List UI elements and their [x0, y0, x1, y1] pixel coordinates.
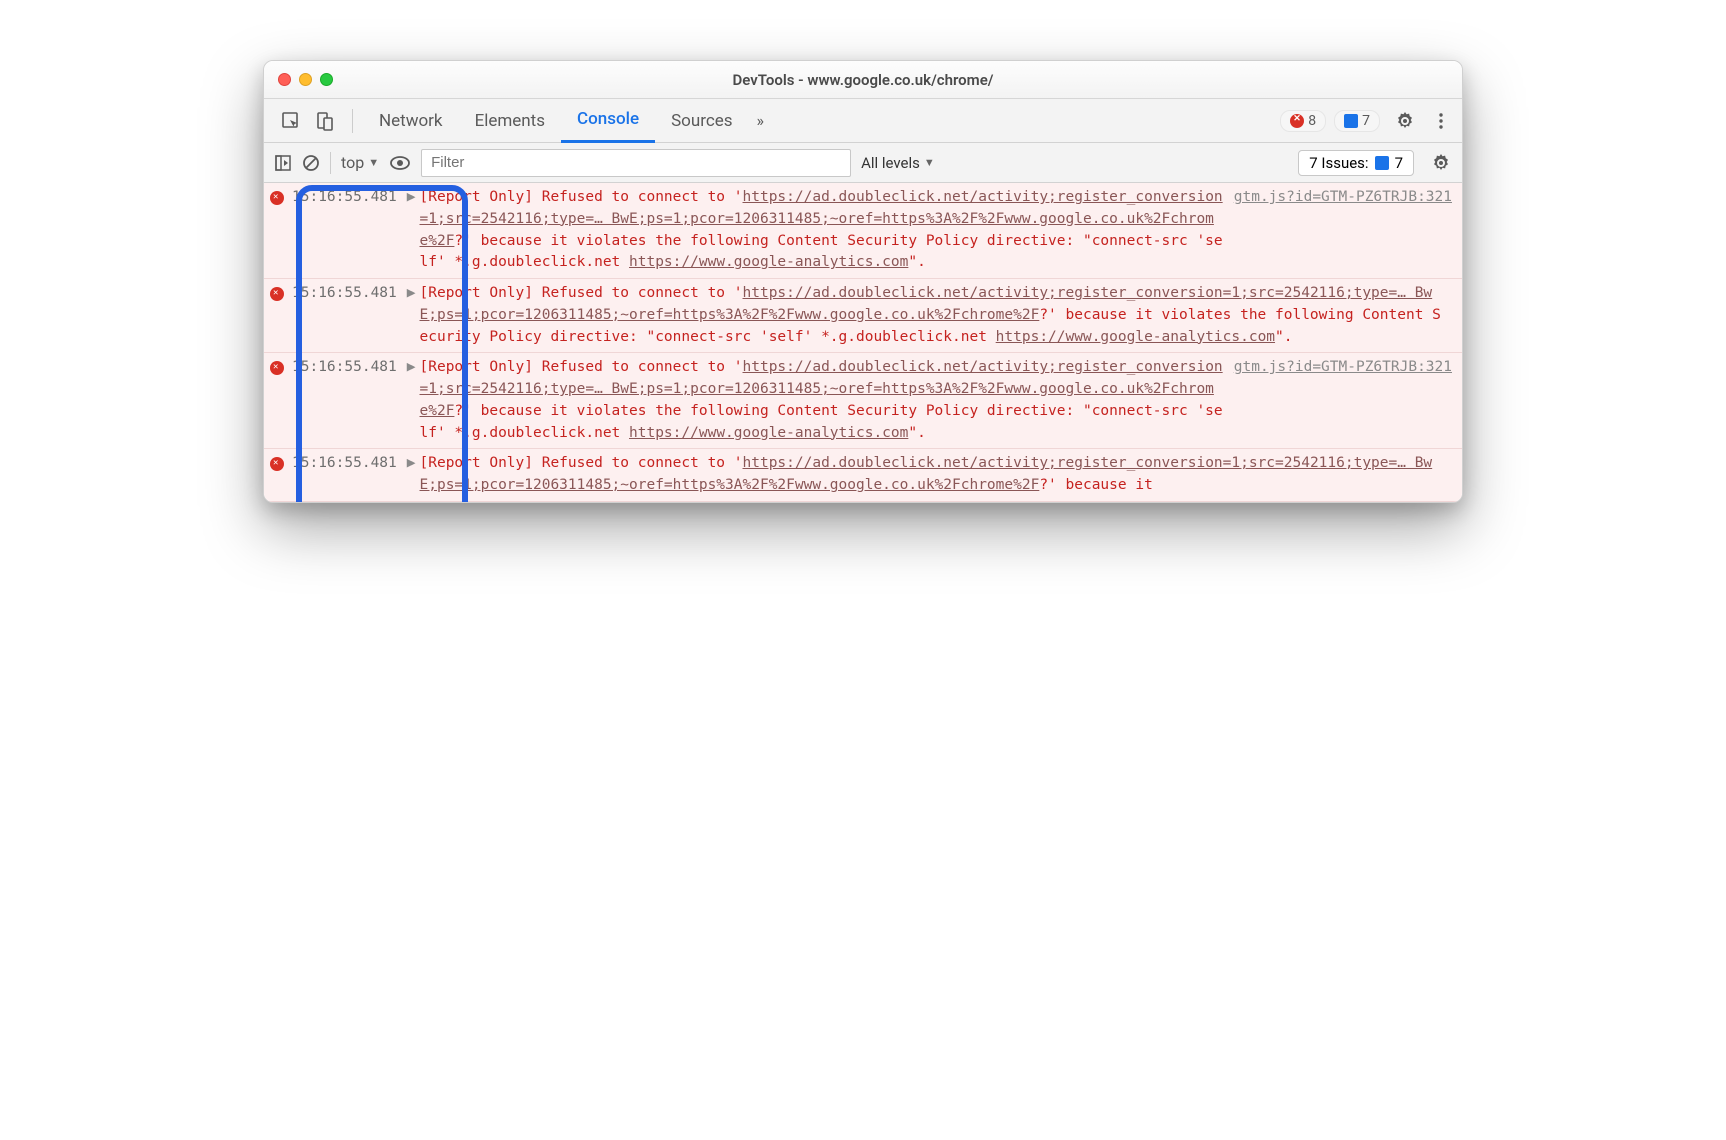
- console-error-row[interactable]: 15:16:55.481 ▶ [Report Only] Refused to …: [264, 449, 1462, 502]
- console-error-row[interactable]: 15:16:55.481 ▶ [Report Only] Refused to …: [264, 353, 1462, 449]
- error-icon: [1290, 114, 1304, 128]
- devtools-window: DevTools - www.google.co.uk/chrome/ Netw…: [263, 60, 1463, 503]
- disclosure-triangle-icon[interactable]: ▶: [407, 283, 420, 305]
- console-error-row[interactable]: 15:16:55.481 ▶ [Report Only] Refused to …: [264, 279, 1462, 353]
- issues-button[interactable]: 7 Issues: 7: [1298, 150, 1414, 176]
- tab-sources[interactable]: Sources: [655, 99, 748, 143]
- message-count-badge[interactable]: 7: [1334, 110, 1380, 132]
- inspect-icon[interactable]: [280, 110, 302, 132]
- log-message: [Report Only] Refused to connect to 'htt…: [420, 357, 1234, 444]
- console-toolbar: top ▼ All levels ▼ 7 Issues: 7: [264, 143, 1462, 183]
- message-icon: [1375, 156, 1389, 170]
- log-level-selector[interactable]: All levels ▼: [861, 154, 935, 172]
- close-button[interactable]: [278, 73, 291, 86]
- more-options-icon[interactable]: [1430, 110, 1452, 132]
- message-count: 7: [1362, 113, 1370, 129]
- window-title: DevTools - www.google.co.uk/chrome/: [264, 71, 1462, 89]
- log-timestamp: 15:16:55.481: [284, 357, 407, 379]
- minimize-button[interactable]: [299, 73, 312, 86]
- filter-input[interactable]: [421, 149, 851, 177]
- clear-console-icon[interactable]: [302, 154, 320, 172]
- log-timestamp: 15:16:55.481: [284, 453, 407, 475]
- log-timestamp: 15:16:55.481: [284, 187, 407, 209]
- console-error-row[interactable]: 15:16:55.481 ▶ [Report Only] Refused to …: [264, 183, 1462, 279]
- disclosure-triangle-icon[interactable]: ▶: [407, 187, 420, 209]
- settings-icon[interactable]: [1394, 110, 1416, 132]
- context-selector[interactable]: top ▼: [341, 153, 379, 172]
- disclosure-triangle-icon[interactable]: ▶: [407, 453, 420, 475]
- error-count: 8: [1308, 113, 1316, 129]
- log-source-link[interactable]: gtm.js?id=GTM-PZ6TRJB:321: [1234, 187, 1452, 209]
- error-icon: [270, 287, 284, 301]
- traffic-lights: [278, 73, 333, 86]
- console-log-area[interactable]: 15:16:55.481 ▶ [Report Only] Refused to …: [264, 183, 1462, 502]
- tab-elements[interactable]: Elements: [459, 99, 561, 143]
- log-timestamp: 15:16:55.481: [284, 283, 407, 305]
- console-settings-icon[interactable]: [1430, 152, 1452, 174]
- panel-tabs: Network Elements Console Sources »: [363, 99, 1280, 143]
- log-source-link[interactable]: gtm.js?id=GTM-PZ6TRJB:321: [1234, 357, 1452, 379]
- message-icon: [1344, 114, 1358, 128]
- more-tabs-button[interactable]: »: [749, 111, 773, 130]
- device-toggle-icon[interactable]: [314, 110, 336, 132]
- disclosure-triangle-icon[interactable]: ▶: [407, 357, 420, 379]
- titlebar: DevTools - www.google.co.uk/chrome/: [264, 61, 1462, 99]
- log-message: [Report Only] Refused to connect to 'htt…: [420, 453, 1453, 497]
- error-icon: [270, 191, 284, 205]
- live-expression-icon[interactable]: [389, 155, 411, 171]
- log-message: [Report Only] Refused to connect to 'htt…: [420, 187, 1234, 274]
- error-icon: [270, 457, 284, 471]
- tab-network[interactable]: Network: [363, 99, 459, 143]
- show-console-sidebar-icon[interactable]: [274, 154, 292, 172]
- error-count-badge[interactable]: 8: [1280, 110, 1326, 132]
- log-message: [Report Only] Refused to connect to 'htt…: [420, 283, 1453, 348]
- main-toolbar: Network Elements Console Sources » 8 7: [264, 99, 1462, 143]
- tab-console[interactable]: Console: [561, 99, 655, 143]
- error-icon: [270, 361, 284, 375]
- maximize-button[interactable]: [320, 73, 333, 86]
